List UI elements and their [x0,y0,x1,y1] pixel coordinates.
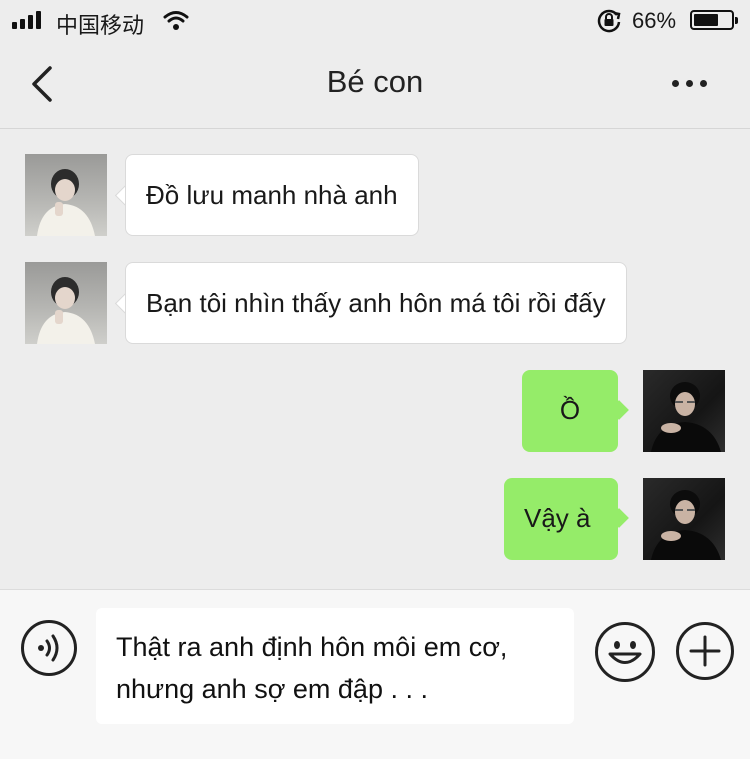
battery-percent: 66% [632,8,677,33]
carrier-name: 中国移动 [56,13,145,38]
signal-icon [12,11,41,29]
plus-icon[interactable] [676,622,734,680]
battery-icon [690,10,738,30]
draft-line: Thật ra anh định hôn môi em cơ, [116,632,508,662]
incoming-message-bubble[interactable]: Bạn tôi nhìn thấy anh hôn má tôi rồi đấy [125,262,627,344]
outgoing-message-bubble[interactable]: Ồ [522,370,618,452]
message-input[interactable]: Thật ra anh định hôn môi em cơ, nhưng an… [96,608,574,724]
chat-header: Bé con [0,40,750,129]
contact-avatar[interactable] [25,154,107,236]
my-avatar[interactable] [643,370,725,452]
rotation-lock-icon [597,9,621,33]
emoji-icon[interactable] [595,622,655,682]
contact-avatar[interactable] [25,262,107,344]
my-avatar[interactable] [643,478,725,560]
incoming-message-bubble[interactable]: Đồ lưu manh nhà anh [125,154,419,236]
outgoing-message-bubble[interactable]: Vậy à [504,478,618,560]
chat-title: Bé con [326,64,424,99]
battery-fill [694,14,718,26]
input-bar: Thật ra anh định hôn môi em cơ, nhưng an… [0,589,750,759]
voice-icon[interactable] [21,620,77,676]
status-bar: 中国移动 66% [0,0,750,40]
wifi-icon [163,11,189,30]
more-dots-icon[interactable] [672,80,707,87]
draft-line: nhưng anh sợ em đập . . . [116,674,428,704]
